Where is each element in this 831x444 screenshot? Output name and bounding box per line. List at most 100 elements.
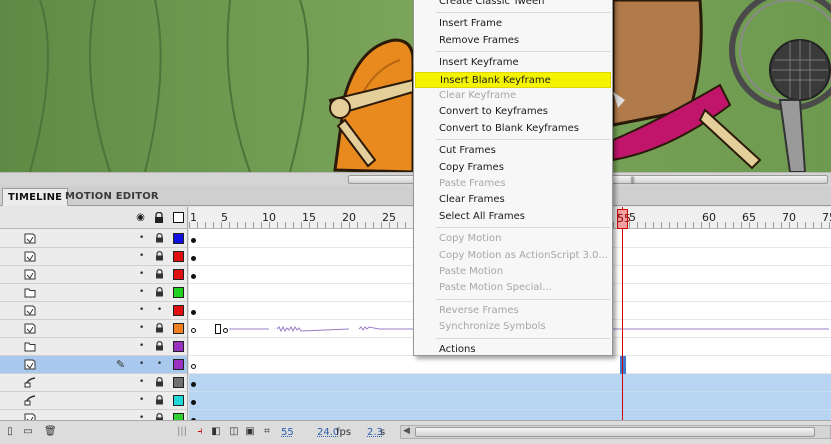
ruler-tick	[613, 222, 614, 228]
keyframe-marker[interactable]	[191, 400, 196, 405]
keyframe-marker[interactable]	[191, 382, 196, 387]
layer-row-right-arms[interactable]: •	[0, 338, 187, 356]
layer-color-swatch[interactable]	[173, 377, 184, 388]
layer-row-chin[interactable]: •	[0, 374, 187, 392]
visibility-dot-icon[interactable]: •	[139, 359, 144, 369]
layer-color-swatch[interactable]	[173, 323, 184, 334]
keyframe-marker[interactable]	[223, 328, 228, 333]
outline-icon[interactable]	[173, 212, 184, 223]
menu-item-convert-to-blank-keyframes[interactable]: Convert to Blank Keyframes	[415, 121, 611, 137]
menu-item-actions[interactable]: Actions	[415, 342, 611, 358]
layer-row-beard[interactable]: •	[0, 392, 187, 410]
frame-end-marker[interactable]	[215, 324, 221, 334]
new-layer-icon[interactable]: ▯	[4, 426, 16, 438]
frame-row[interactable]	[189, 374, 831, 392]
layer-row-gr-antenae[interactable]: •	[0, 266, 187, 284]
keyframe-marker[interactable]	[191, 256, 196, 261]
current-frame-value[interactable]: 55	[281, 427, 294, 438]
menu-item-convert-to-keyframes[interactable]: Convert to Keyframes	[415, 104, 611, 120]
onion-skin-icon[interactable]: ◧	[210, 426, 222, 438]
visibility-dot-icon[interactable]: •	[139, 233, 144, 243]
menu-item-select-all-frames[interactable]: Select All Frames	[415, 209, 611, 225]
lock-icon[interactable]	[155, 395, 164, 405]
eye-icon[interactable]: ◉	[135, 212, 146, 223]
layer-row-eyes[interactable]: •	[0, 284, 187, 302]
visibility-dot-icon[interactable]: •	[139, 251, 144, 261]
selected-frame-marker[interactable]	[620, 356, 626, 374]
layer-color-swatch[interactable]	[173, 233, 184, 244]
visibility-dot-icon[interactable]: •	[139, 377, 144, 387]
lock-icon[interactable]	[153, 211, 164, 223]
visibility-dot-icon[interactable]: •	[139, 413, 144, 420]
visibility-dot-icon[interactable]: •	[139, 341, 144, 351]
visibility-dot-icon[interactable]: •	[139, 305, 144, 315]
layer-row-labels[interactable]: ✎ • •	[0, 356, 187, 374]
layer-color-swatch[interactable]	[173, 287, 184, 298]
frame-row[interactable]	[189, 392, 831, 410]
menu-item-copy-motion-as-actionscript-3-0[interactable]: Copy Motion as ActionScript 3.0...	[415, 248, 611, 264]
layer-color-swatch[interactable]	[173, 341, 184, 352]
menu-item-clear-keyframe[interactable]: Clear Keyframe	[415, 88, 611, 104]
frame-row[interactable]	[189, 410, 831, 420]
menu-item-insert-blank-keyframe[interactable]: Insert Blank Keyframe	[415, 71, 611, 88]
new-folder-icon[interactable]: ▭	[22, 426, 34, 438]
menu-item-cut-frames[interactable]: Cut Frames	[415, 143, 611, 159]
menu-item-paste-frames[interactable]: Paste Frames	[415, 176, 611, 192]
playhead-line[interactable]	[622, 207, 623, 420]
layer-color-swatch[interactable]	[173, 305, 184, 316]
lock-icon[interactable]	[155, 341, 164, 351]
keyframe-marker[interactable]	[191, 274, 196, 279]
lock-icon[interactable]	[155, 269, 164, 279]
keyframe-marker[interactable]	[191, 238, 196, 243]
menu-item-insert-keyframe[interactable]: Insert Keyframe	[415, 55, 611, 71]
menu-item-copy-frames[interactable]: Copy Frames	[415, 160, 611, 176]
scroll-left-icon[interactable]: ◀	[403, 426, 410, 436]
menu-item-clear-frames[interactable]: Clear Frames	[415, 192, 611, 208]
layer-color-swatch[interactable]	[173, 251, 184, 262]
layer-color-swatch[interactable]	[173, 359, 184, 370]
onion-skin-outlines-icon[interactable]: ◫	[228, 426, 240, 438]
menu-item-copy-motion[interactable]: Copy Motion	[415, 231, 611, 247]
layer-row-gr-crown-a[interactable]: •	[0, 248, 187, 266]
delete-layer-icon[interactable]: 🗑	[44, 426, 57, 438]
layer-color-swatch[interactable]	[173, 395, 184, 406]
menu-item-remove-frames[interactable]: Remove Frames	[415, 33, 611, 49]
tab-motion-editor[interactable]: MOTION EDITOR	[60, 188, 164, 206]
lock-icon[interactable]	[155, 323, 164, 333]
frames-scroll-thumb[interactable]	[415, 427, 815, 437]
tab-timeline[interactable]: TIMELINE	[2, 188, 69, 206]
menu-item-paste-motion[interactable]: Paste Motion	[415, 264, 611, 280]
keyframe-marker[interactable]	[191, 364, 196, 369]
modify-onion-markers-icon[interactable]: ⌗	[261, 426, 273, 438]
frames-horizontal-scrollbar[interactable]: ◀	[400, 425, 831, 439]
menu-item-insert-frame[interactable]: Insert Frame	[415, 16, 611, 32]
lock-icon[interactable]	[155, 413, 164, 420]
center-frame-icon[interactable]: ⫞	[194, 426, 206, 438]
unlock-dot-icon[interactable]: •	[155, 305, 164, 315]
menu-item-synchronize-symbols[interactable]: Synchronize Symbols	[415, 319, 611, 335]
lock-icon[interactable]	[155, 251, 164, 261]
frame-row[interactable]	[189, 356, 831, 374]
keyframe-marker[interactable]	[191, 310, 196, 315]
layer-color-swatch[interactable]	[173, 413, 184, 420]
splitter-icon[interactable]: |||	[176, 426, 188, 438]
grip-icon: |||	[630, 176, 635, 184]
lock-icon[interactable]	[155, 377, 164, 387]
visibility-dot-icon[interactable]: •	[139, 395, 144, 405]
layer-row-mouth[interactable]: • •	[0, 302, 187, 320]
lock-icon[interactable]	[155, 233, 164, 243]
edit-multiple-frames-icon[interactable]: ▣	[244, 426, 256, 438]
menu-item-paste-motion-special[interactable]: Paste Motion Special...	[415, 280, 611, 296]
lock-icon[interactable]	[155, 287, 164, 297]
layer-row-sound[interactable]: •	[0, 320, 187, 338]
menu-item-create-classic-tween[interactable]: Create Classic Tween	[415, 0, 611, 10]
keyframe-marker[interactable]	[191, 328, 196, 333]
layer-row-mic[interactable]: •	[0, 230, 187, 248]
layer-color-swatch[interactable]	[173, 269, 184, 280]
visibility-dot-icon[interactable]: •	[139, 269, 144, 279]
layer-row-gr-body[interactable]: •	[0, 410, 187, 420]
menu-item-reverse-frames[interactable]: Reverse Frames	[415, 303, 611, 319]
visibility-dot-icon[interactable]: •	[139, 323, 144, 333]
unlock-dot-icon[interactable]: •	[155, 359, 164, 369]
visibility-dot-icon[interactable]: •	[139, 287, 144, 297]
